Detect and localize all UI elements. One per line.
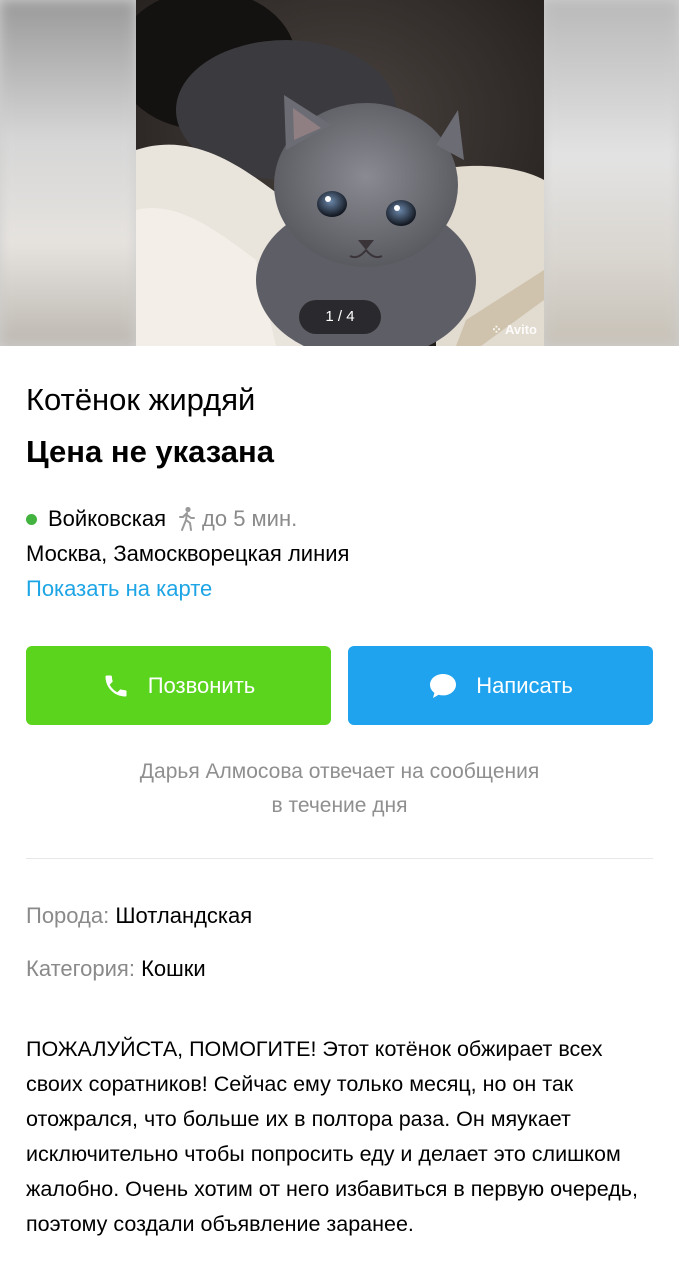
walking-icon xyxy=(176,506,196,532)
param-category-key: Категория: xyxy=(26,956,135,981)
show-on-map-link[interactable]: Показать на карте xyxy=(26,574,653,604)
metro-station: Войковская xyxy=(48,506,167,531)
call-button[interactable]: Позвонить xyxy=(26,646,331,725)
watermark-logo-icon: ⁘ xyxy=(490,322,505,337)
reply-note-line-1: Дарья Алмосова отвечает на сообщения xyxy=(139,760,540,783)
photo-counter: 1 / 4 xyxy=(299,300,381,334)
listing-price: Цена не указана xyxy=(26,434,274,469)
metro-info: Войковская до 5 мин. xyxy=(26,504,653,534)
param-breed-value: Шотландская xyxy=(115,903,253,928)
listing-content: Котёнок жирдяй Цена не указана Войковска… xyxy=(0,380,679,1242)
param-breed: Порода: Шотландская xyxy=(26,901,653,931)
gallery-blur-right xyxy=(543,0,679,346)
photo-gallery[interactable]: 1 / 4 ⁘ Avito xyxy=(0,0,679,346)
gallery-blur-left xyxy=(0,0,136,346)
reply-note-line-2: в течение дня xyxy=(271,794,408,817)
metro-line-dot xyxy=(26,513,37,525)
walk-time: до 5 мин. xyxy=(202,506,298,531)
call-button-label: Позвонить xyxy=(147,672,256,698)
seller-reply-note: Дарья Алмосова отвечает на сообщения в т… xyxy=(26,755,653,823)
listing-description: ПОЖАЛУЙСТА, ПОМОГИТЕ! Этот котёнок обжир… xyxy=(26,1037,638,1236)
param-category-value: Кошки xyxy=(141,956,206,981)
chat-bubble-icon xyxy=(428,672,458,700)
kitten-image xyxy=(136,0,544,346)
section-divider xyxy=(26,858,653,859)
message-button-label: Написать xyxy=(476,672,573,698)
param-category: Категория: Кошки xyxy=(26,954,653,984)
avito-watermark: ⁘ Avito xyxy=(490,322,537,337)
address: Москва, Замоскворецкая линия xyxy=(26,541,350,566)
contact-actions: Позвонить Написать xyxy=(26,646,653,725)
phone-icon xyxy=(102,672,130,700)
param-breed-key: Порода: xyxy=(26,903,110,928)
message-button[interactable]: Написать xyxy=(348,646,653,725)
listing-title: Котёнок жирдяй xyxy=(26,382,256,417)
listing-photo[interactable] xyxy=(136,0,544,346)
